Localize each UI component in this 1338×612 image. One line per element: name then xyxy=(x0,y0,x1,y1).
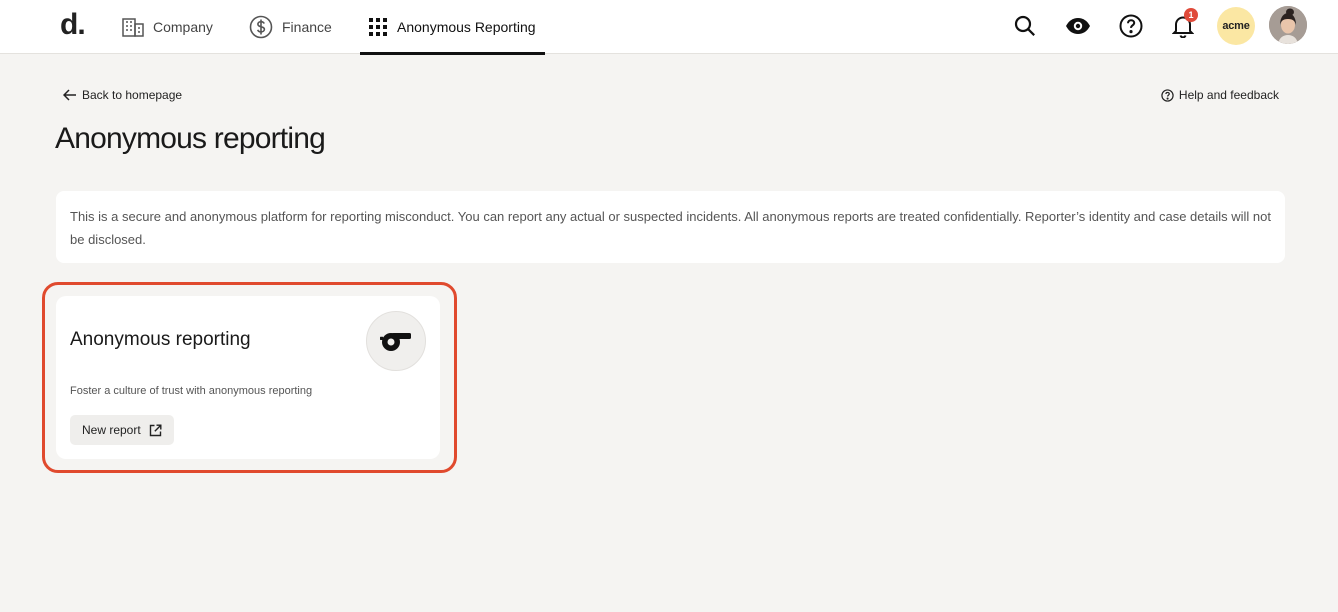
page-title: Anonymous reporting xyxy=(55,122,326,155)
whistle-icon xyxy=(380,333,411,351)
tab-finance[interactable]: Finance xyxy=(249,0,332,54)
top-navigation-bar: d. Company Finance Anonymous Reporting 1… xyxy=(0,0,1338,55)
new-report-label: New report xyxy=(82,423,141,437)
card-title: Anonymous reporting xyxy=(70,329,251,350)
tab-anonymous-reporting[interactable]: Anonymous Reporting xyxy=(360,0,545,55)
intro-description: This is a secure and anonymous platform … xyxy=(56,191,1285,263)
tab-anonymous-reporting-label: Anonymous Reporting xyxy=(397,19,536,35)
new-report-button[interactable]: New report xyxy=(70,415,174,445)
help-and-feedback-link[interactable]: Help and feedback xyxy=(1161,88,1279,102)
search-icon xyxy=(1014,15,1035,36)
dollar-circle-icon xyxy=(249,15,273,39)
help-and-feedback-label: Help and feedback xyxy=(1178,88,1279,102)
question-circle-icon xyxy=(1119,14,1143,38)
building-icon xyxy=(122,18,144,37)
notification-count-badge: 1 xyxy=(1184,8,1198,22)
notifications-button[interactable]: 1 xyxy=(1167,8,1199,42)
apps-grid-icon xyxy=(369,18,387,36)
user-avatar[interactable] xyxy=(1269,6,1307,44)
back-to-homepage-link[interactable]: Back to homepage xyxy=(63,88,182,102)
eye-icon xyxy=(1066,18,1090,34)
anonymous-reporting-card: Anonymous reporting Foster a culture of … xyxy=(56,296,440,459)
company-switcher[interactable]: acme xyxy=(1217,7,1255,45)
search-button[interactable] xyxy=(1009,10,1041,42)
back-to-homepage-label: Back to homepage xyxy=(82,88,183,102)
tab-company[interactable]: Company xyxy=(122,0,213,54)
question-circle-icon xyxy=(1161,88,1174,102)
user-photo-icon xyxy=(1269,6,1307,44)
card-description: Foster a culture of trust with anonymous… xyxy=(70,385,313,397)
tab-company-label: Company xyxy=(153,19,213,35)
arrow-left-icon xyxy=(63,89,76,101)
preview-button[interactable] xyxy=(1062,10,1094,42)
card-icon-container xyxy=(366,311,426,371)
tab-finance-label: Finance xyxy=(282,19,332,35)
external-link-icon xyxy=(149,424,162,436)
help-button[interactable] xyxy=(1115,10,1147,42)
app-logo[interactable]: d. xyxy=(60,8,86,42)
